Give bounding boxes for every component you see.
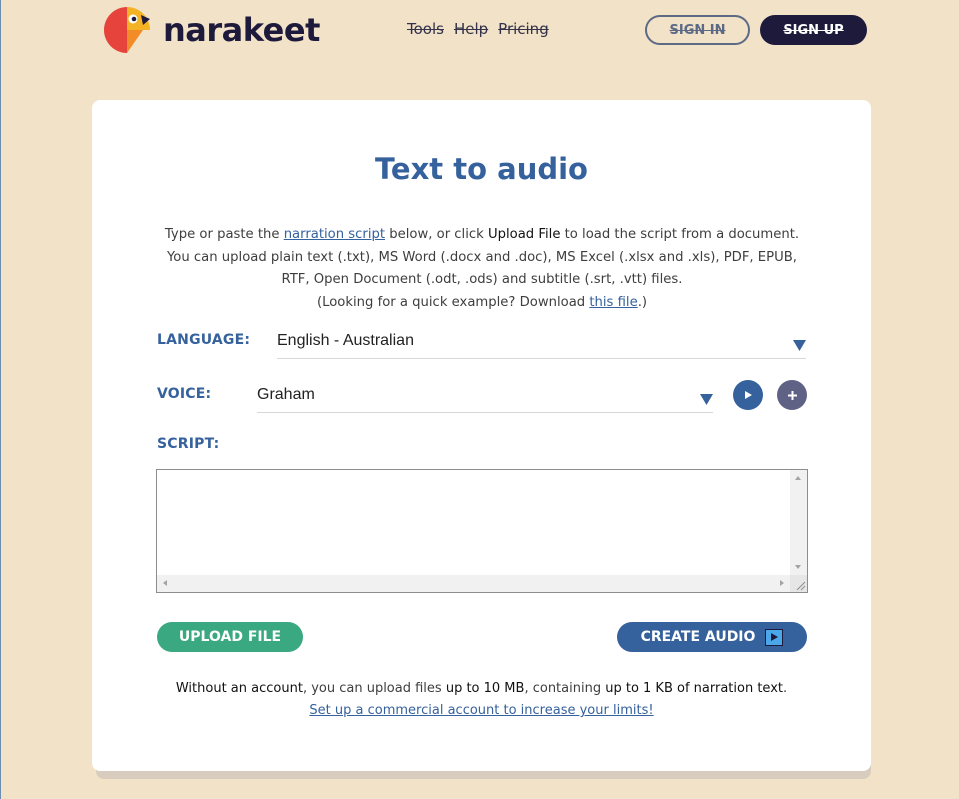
language-select[interactable]: English - Australian (277, 330, 806, 359)
voice-value: Graham (257, 386, 315, 403)
scroll-left-icon[interactable] (163, 580, 167, 586)
resize-handle[interactable] (790, 575, 807, 592)
text-to-audio-card: Text to audio Type or paste the narratio… (92, 100, 871, 771)
resize-grip-icon (796, 581, 806, 591)
chevron-down-icon (793, 340, 806, 351)
intro-text-part: (Looking for a quick example? Download (316, 294, 590, 310)
account-limits-note: Without an account, you can upload files… (92, 678, 871, 722)
chevron-down-icon (700, 394, 713, 405)
limits-text: up to 1 KB of narration text (605, 681, 783, 696)
narration-script-link[interactable]: narration script (284, 227, 385, 242)
intro-text: Type or paste the narration script below… (152, 224, 812, 314)
sign-up-button[interactable]: SIGN UP (760, 15, 867, 45)
limits-text: , containing (524, 681, 606, 696)
vertical-scrollbar[interactable] (790, 470, 807, 576)
plus-icon (787, 390, 797, 400)
upload-file-mention: Upload File (487, 227, 561, 242)
main-nav: Tools Help Pricing (407, 20, 549, 38)
scroll-up-icon[interactable] (795, 476, 801, 480)
limits-text: , you can upload files (302, 681, 446, 696)
horizontal-scrollbar[interactable] (157, 575, 791, 592)
sign-in-button[interactable]: SIGN IN (645, 15, 750, 45)
example-file-link[interactable]: this file (589, 295, 637, 310)
voice-select[interactable]: Graham (257, 384, 713, 413)
nav-tools[interactable]: Tools (407, 20, 444, 38)
intro-text-part: .) (637, 294, 648, 310)
play-voice-button[interactable] (733, 380, 763, 410)
commercial-account-link[interactable]: Set up a commercial account to increase … (309, 703, 653, 718)
nav-help[interactable]: Help (454, 20, 488, 38)
add-voice-button[interactable] (777, 380, 807, 410)
create-audio-label: CREATE AUDIO (640, 629, 756, 645)
site-header: narakeet Tools Help Pricing SIGN IN SIGN… (1, 0, 959, 60)
language-value: English - Australian (277, 332, 414, 349)
create-audio-button[interactable]: CREATE AUDIO (617, 622, 807, 652)
scroll-right-icon[interactable] (780, 580, 784, 586)
script-textarea-container (156, 469, 808, 593)
voice-label: VOICE: (157, 386, 212, 402)
parrot-logo-icon (104, 7, 150, 53)
play-icon (765, 628, 784, 646)
language-label: LANGUAGE: (157, 332, 251, 348)
intro-text-part: below, or click (385, 227, 488, 242)
intro-text-part: Type or paste the (164, 227, 284, 242)
limits-text: Without an account (175, 681, 303, 696)
brand-name: narakeet (163, 11, 320, 49)
play-icon (745, 391, 752, 399)
upload-file-button[interactable]: UPLOAD FILE (157, 622, 303, 652)
page-title: Text to audio (375, 152, 588, 186)
limits-text: up to 10 MB (445, 681, 525, 696)
script-textarea[interactable] (157, 470, 791, 576)
limits-text: . (783, 681, 788, 696)
nav-pricing[interactable]: Pricing (498, 20, 549, 38)
brand-logo[interactable]: narakeet (103, 5, 320, 55)
scroll-down-icon[interactable] (795, 565, 801, 569)
script-label: SCRIPT: (157, 436, 220, 452)
